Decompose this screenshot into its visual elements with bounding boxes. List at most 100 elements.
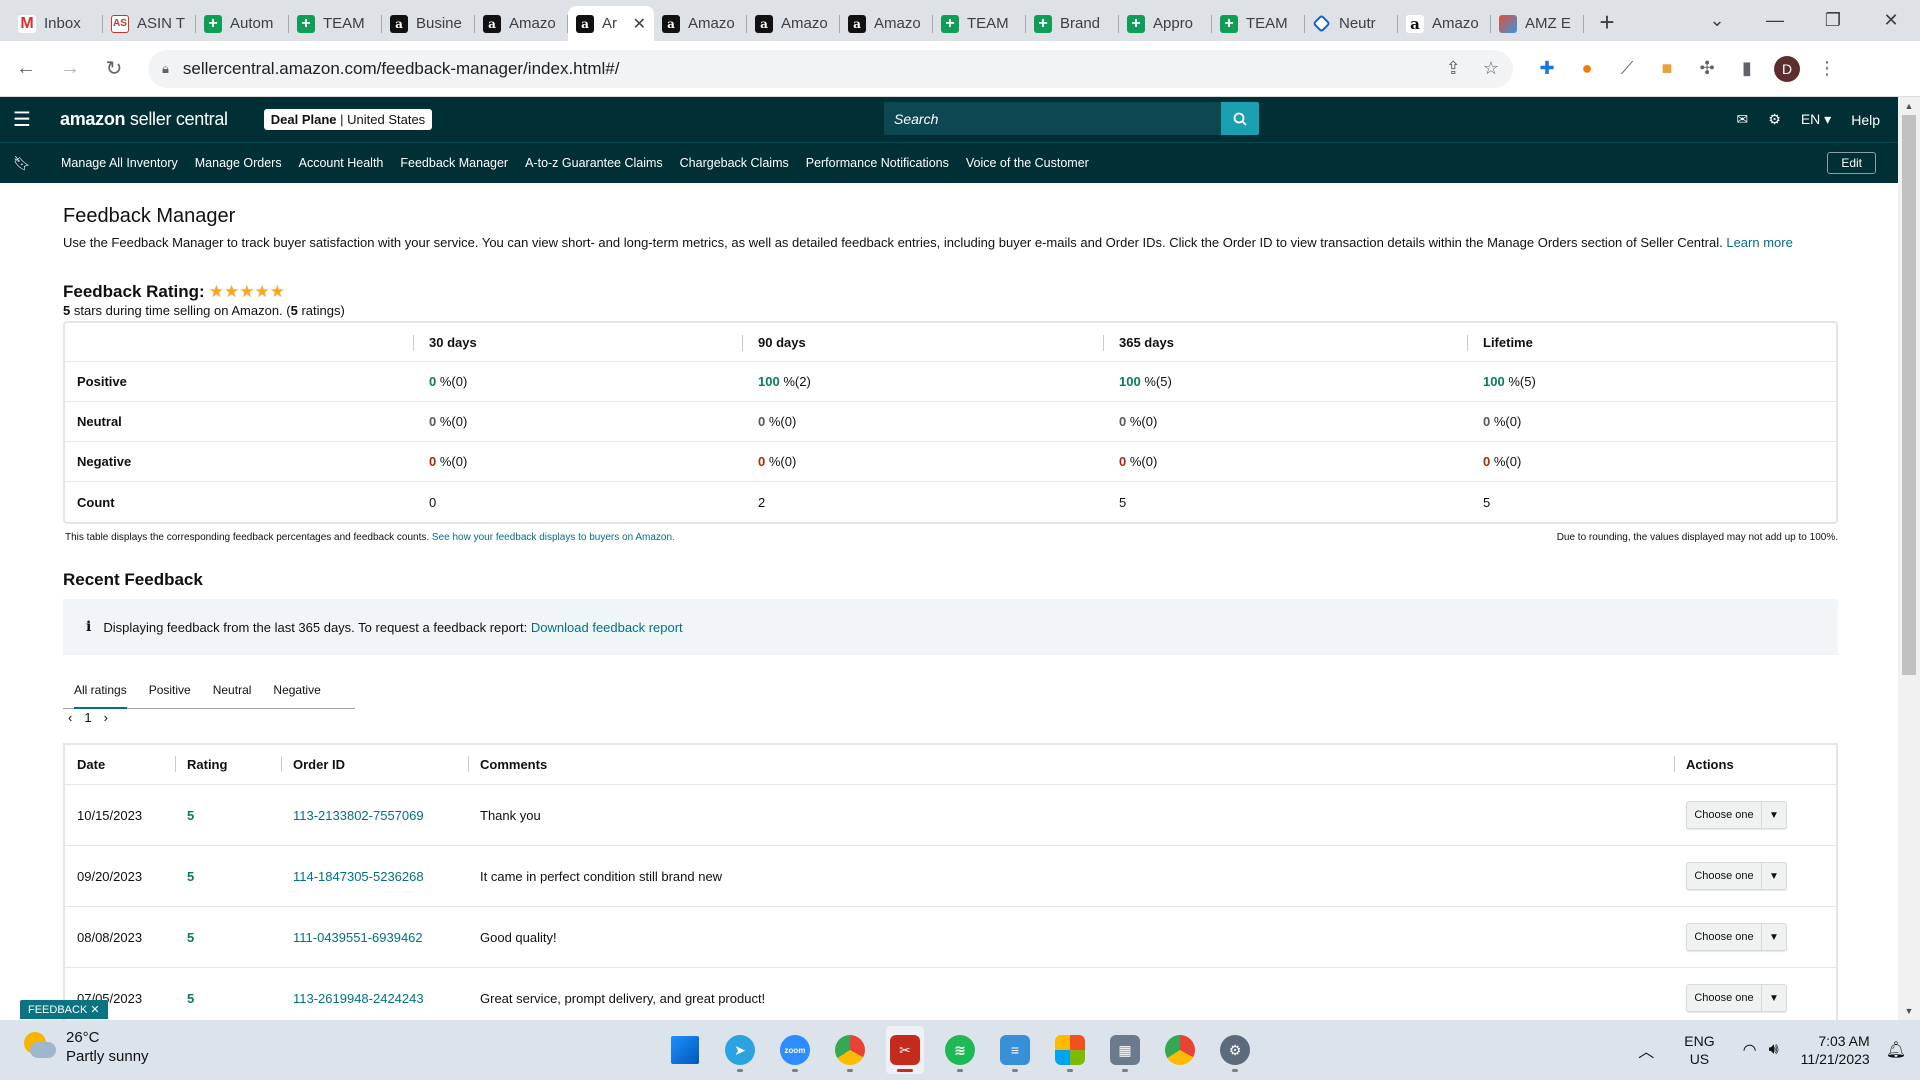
- browser-tab[interactable]: + TEAM: [933, 6, 1026, 41]
- browser-tab[interactable]: a Amazo: [654, 6, 747, 41]
- gear-icon[interactable]: ⚙: [1768, 111, 1781, 128]
- close-tab-icon[interactable]: ✕: [633, 14, 646, 34]
- language-indicator[interactable]: ENG US: [1684, 1032, 1714, 1068]
- action-dropdown[interactable]: Choose one ▼: [1686, 923, 1787, 951]
- filter-tab[interactable]: Neutral: [202, 672, 263, 708]
- page-scrollbar[interactable]: ▲ ▼: [1898, 97, 1920, 1020]
- nav-item[interactable]: Manage Orders: [195, 156, 282, 170]
- store-selector[interactable]: Deal Plane | United States: [263, 109, 433, 130]
- hamburger-menu-icon[interactable]: ☰: [0, 107, 44, 132]
- browser-tab[interactable]: Neutr: [1305, 6, 1398, 41]
- browser-tab[interactable]: M Inbox: [10, 6, 103, 41]
- store-app[interactable]: [1051, 1026, 1089, 1074]
- back-button[interactable]: ←: [8, 51, 44, 87]
- browser-tab[interactable]: + Autom: [196, 6, 289, 41]
- temperature: 26°C: [66, 1029, 100, 1046]
- order-id-link[interactable]: 113-2133802-7557069: [281, 808, 468, 823]
- chevron-up-icon[interactable]: ︿: [1638, 1038, 1654, 1062]
- address-bar[interactable]: 🔒︎ sellercentral.amazon.com/feedback-man…: [148, 49, 1513, 88]
- extension-icon[interactable]: ●: [1567, 58, 1607, 79]
- extension-icon[interactable]: ■: [1647, 58, 1687, 79]
- browser-tab[interactable]: a Ar ✕: [568, 6, 654, 41]
- edit-nav-button[interactable]: Edit: [1827, 152, 1876, 174]
- forward-button[interactable]: →: [52, 51, 88, 87]
- scroll-up-icon[interactable]: ▲: [1898, 101, 1920, 111]
- browser-tab[interactable]: a Amazo: [475, 6, 568, 41]
- action-dropdown[interactable]: Choose one ▼: [1686, 801, 1787, 829]
- bookmark-star-icon[interactable]: ☆: [1483, 58, 1499, 79]
- zoom-app[interactable]: zoom: [776, 1026, 814, 1074]
- wifi-icon[interactable]: ◠: [1743, 1040, 1757, 1060]
- spotify-app[interactable]: ≋: [941, 1026, 979, 1074]
- seller-central-logo[interactable]: amazon seller central: [60, 109, 228, 130]
- browser-tab[interactable]: a Busine: [382, 6, 475, 41]
- search-button[interactable]: [1221, 102, 1259, 135]
- maximize-button[interactable]: ❐: [1804, 10, 1862, 31]
- mail-icon[interactable]: ✉: [1737, 111, 1749, 128]
- scrollbar-thumb[interactable]: [1902, 115, 1916, 675]
- notepad-app[interactable]: ≡: [996, 1026, 1034, 1074]
- volume-icon[interactable]: 🔊︎: [1769, 1041, 1779, 1059]
- side-panel-icon[interactable]: ▮: [1727, 58, 1767, 79]
- browser-tab[interactable]: a Amazo: [840, 6, 933, 41]
- browser-tab[interactable]: AMZ E: [1491, 6, 1584, 41]
- order-id-link[interactable]: 111-0439551-6939462: [281, 930, 468, 945]
- browser-tab[interactable]: + TEAM: [1212, 6, 1305, 41]
- calculator-app[interactable]: ▦: [1106, 1026, 1144, 1074]
- browser-tab[interactable]: AS ASIN T: [103, 6, 196, 41]
- action-dropdown[interactable]: Choose one ▼: [1686, 984, 1787, 1012]
- prev-page-icon[interactable]: ‹: [68, 710, 72, 725]
- download-report-link[interactable]: Download feedback report: [531, 620, 683, 635]
- profile-button[interactable]: D: [1767, 55, 1807, 82]
- page-number[interactable]: 1: [84, 710, 91, 725]
- notification-bell-icon[interactable]: 🔔︎: [1886, 1040, 1906, 1060]
- nav-item[interactable]: Performance Notifications: [806, 156, 949, 170]
- feedback-widget-button[interactable]: FEEDBACK ✕: [20, 1000, 108, 1019]
- search-input[interactable]: Search: [884, 102, 1221, 135]
- reload-button[interactable]: ↻: [96, 51, 132, 87]
- next-page-icon[interactable]: ›: [104, 710, 108, 725]
- browser-tab[interactable]: + TEAM: [289, 6, 382, 41]
- action-dropdown[interactable]: Choose one ▼: [1686, 862, 1787, 890]
- telegram-app[interactable]: ➤: [721, 1026, 759, 1074]
- order-id-link[interactable]: 114-1847305-5236268: [281, 869, 468, 884]
- nav-item[interactable]: Feedback Manager: [400, 156, 508, 170]
- browser-tab[interactable]: a Amazo: [747, 6, 840, 41]
- bookmark-icon[interactable]: 🔖︎: [0, 155, 44, 172]
- settings-app[interactable]: ⚙: [1216, 1026, 1254, 1074]
- menu-kebab-icon[interactable]: ⋮: [1807, 58, 1847, 79]
- snipping-tool-app[interactable]: ✂: [886, 1026, 924, 1074]
- filter-tab[interactable]: Negative: [262, 672, 331, 708]
- order-id-link[interactable]: 113-2619948-2424243: [281, 991, 468, 1006]
- learn-more-link[interactable]: Learn more: [1726, 235, 1792, 250]
- buyer-display-link[interactable]: See how your feedback displays to buyers…: [432, 532, 675, 543]
- share-icon[interactable]: ⇪: [1446, 58, 1461, 79]
- nav-item[interactable]: A-to-z Guarantee Claims: [525, 156, 663, 170]
- minimize-button[interactable]: —: [1746, 10, 1804, 31]
- new-tab-button[interactable]: +: [1590, 5, 1624, 39]
- nav-item[interactable]: Voice of the Customer: [966, 156, 1089, 170]
- nav-item[interactable]: Chargeback Claims: [680, 156, 789, 170]
- nav-item[interactable]: Manage All Inventory: [61, 156, 178, 170]
- filter-tab[interactable]: All ratings: [63, 672, 138, 709]
- close-window-button[interactable]: ✕: [1862, 10, 1920, 31]
- tab-search-icon[interactable]: ⌄: [1688, 10, 1746, 31]
- clock[interactable]: 7:03 AM 11/21/2023: [1801, 1032, 1870, 1068]
- extension-icon[interactable]: ⟋: [1607, 58, 1647, 79]
- language-selector[interactable]: EN ▾: [1801, 111, 1831, 128]
- start-button[interactable]: [666, 1026, 704, 1074]
- weather-widget[interactable]: 26°C Partly sunny: [22, 1028, 149, 1066]
- browser-tab[interactable]: + Appro: [1119, 6, 1212, 41]
- help-link[interactable]: Help: [1851, 112, 1880, 128]
- nav-item[interactable]: Account Health: [299, 156, 384, 170]
- feedback-notice: i Displaying feedback from the last 365 …: [63, 599, 1838, 655]
- extension-icon[interactable]: ✚: [1527, 58, 1567, 79]
- chrome-app[interactable]: [831, 1026, 869, 1074]
- browser-tab[interactable]: + Brand: [1026, 6, 1119, 41]
- filter-tab[interactable]: Positive: [138, 672, 202, 708]
- scroll-down-icon[interactable]: ▼: [1898, 1006, 1920, 1016]
- browser-tab[interactable]: a Amazo: [1398, 6, 1491, 41]
- chrome-app-2[interactable]: [1161, 1026, 1199, 1074]
- tab-title: TEAM: [967, 15, 1009, 32]
- extensions-puzzle-icon[interactable]: ✣: [1687, 58, 1727, 79]
